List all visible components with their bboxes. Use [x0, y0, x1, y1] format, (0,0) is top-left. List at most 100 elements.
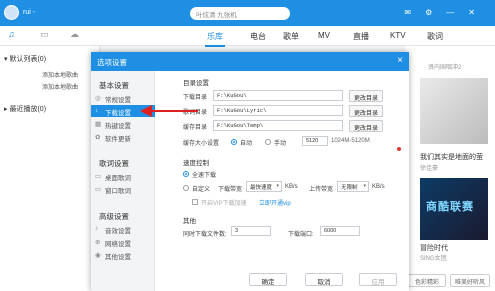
- vip-accel-checkbox[interactable]: [192, 199, 198, 205]
- download-unit: KB/s: [285, 184, 298, 190]
- default-list-header[interactable]: ▾ 默认列表(0): [4, 54, 46, 64]
- cache-size-label: 缓存大小设置: [183, 141, 220, 147]
- nav-item-update[interactable]: ✿ 软件更新: [91, 131, 155, 143]
- nav-item-general[interactable]: ◎ 常规设置: [91, 92, 155, 104]
- upload-bandwidth-label: 上传带宽: [309, 187, 334, 193]
- download-dir-field[interactable]: F:\KuGou\: [213, 90, 343, 101]
- minimize-icon[interactable]: —: [446, 8, 454, 17]
- ok-button[interactable]: 确定: [249, 273, 287, 286]
- nav-item-window-lyrics[interactable]: ▭ 窗口歌词: [91, 183, 155, 195]
- general-icon: ◎: [95, 95, 101, 102]
- nav-item-network[interactable]: ⊕ 网络设置: [91, 236, 155, 248]
- custom-speed-radio[interactable]: [183, 185, 189, 191]
- upload-bandwidth-select[interactable]: 无限制 ▾: [337, 181, 369, 192]
- nav-item-desktop-lyrics[interactable]: ▭ 桌面歌词: [91, 170, 155, 182]
- tab-library[interactable]: 乐库: [205, 31, 225, 47]
- sound-icon: ♪: [95, 225, 99, 232]
- desktop-icon: ▭: [95, 173, 102, 180]
- download-bandwidth-label: 下载带宽: [218, 187, 243, 193]
- full-speed-radio[interactable]: [183, 171, 189, 177]
- cover-text: 商酷联赛: [426, 201, 474, 213]
- nav-group-basic: 基本设置: [99, 81, 129, 90]
- window-icon: ▭: [95, 186, 102, 193]
- add-local-item[interactable]: 添加本地歌曲: [42, 82, 78, 91]
- full-speed-label[interactable]: 全速下载: [192, 170, 216, 179]
- tab-live[interactable]: 直播: [353, 31, 369, 42]
- cache-manual-label[interactable]: 手动: [274, 138, 286, 147]
- tag-button[interactable]: 色彩精彩: [408, 274, 446, 287]
- album-title[interactable]: 冒险时代: [420, 243, 448, 253]
- notice-dot: [397, 147, 401, 151]
- tab-ktv[interactable]: KTV: [390, 31, 406, 40]
- side-icons: ♫ ▭ ☁: [0, 27, 90, 43]
- avatar[interactable]: [4, 5, 19, 20]
- download-dir-label: 下载目录: [183, 95, 208, 101]
- dialog-title: 选项设置: [97, 58, 127, 67]
- tab-radio[interactable]: 电台: [250, 31, 266, 42]
- nav-group-advanced: 高级设置: [99, 212, 129, 221]
- music-icon[interactable]: ♫: [8, 29, 15, 39]
- keyboard-icon: ▦: [95, 121, 102, 128]
- cache-auto-label[interactable]: 自动: [240, 138, 252, 147]
- chevron-down-icon: ▾: [363, 183, 366, 189]
- cache-dir-field[interactable]: F:\KuGou\Temp\: [213, 120, 343, 131]
- add-local-item[interactable]: 添加本地歌曲: [42, 70, 78, 79]
- apply-button[interactable]: 应用: [359, 273, 397, 286]
- tag-button[interactable]: 唯美好听风: [450, 274, 490, 287]
- tab-lyrics[interactable]: 歌词: [427, 31, 443, 42]
- download-port-label: 下载端口:: [288, 232, 314, 238]
- tab-mv[interactable]: MV: [318, 31, 330, 40]
- search-input[interactable]: 叶炫清 九张机: [190, 7, 290, 20]
- device-icon[interactable]: ▭: [40, 29, 49, 40]
- concurrent-files-input[interactable]: 3: [231, 226, 271, 236]
- cancel-button[interactable]: 取消: [305, 273, 343, 286]
- change-lyric-dir-button[interactable]: 更改目录: [349, 105, 383, 117]
- cache-manual-radio[interactable]: [265, 139, 271, 145]
- top-bar: rui - 叶炫清 九张机 ✉ ⚙ — ✕: [0, 0, 495, 26]
- chevron-down-icon: ▾: [276, 183, 279, 189]
- change-cache-dir-button[interactable]: 更改目录: [349, 120, 383, 132]
- annotation-arrow-icon: [140, 105, 198, 117]
- cloud-icon[interactable]: ☁: [70, 29, 79, 40]
- section-title-directory: 目录设置: [183, 80, 209, 87]
- nav-item-hotkey[interactable]: ▦ 热键设置: [91, 118, 155, 130]
- download-port-input[interactable]: 6000: [320, 226, 360, 236]
- skin-icon[interactable]: ✉: [404, 8, 411, 17]
- right-label: 贤内国咽冲2: [428, 65, 462, 71]
- change-download-dir-button[interactable]: 更改目录: [349, 90, 383, 102]
- cache-size-range: 1024M-5120M: [331, 138, 370, 144]
- cache-auto-radio[interactable]: [231, 139, 237, 145]
- close-icon[interactable]: ✕: [468, 8, 475, 17]
- recent-header[interactable]: ▸ 最近播放(0): [4, 104, 46, 114]
- album-artist: 徐佳豪: [420, 166, 439, 172]
- section-title-speed: 速度控制: [183, 160, 209, 167]
- download-icon: ↓: [95, 107, 99, 114]
- upload-unit: KB/s: [372, 184, 385, 190]
- update-icon: ✿: [95, 134, 101, 141]
- nav-group-lyrics: 歌词设置: [99, 159, 129, 168]
- section-title-other: 其他: [183, 218, 196, 225]
- concurrent-files-label: 同时下载文件数:: [183, 232, 227, 238]
- network-icon: ⊕: [95, 239, 101, 246]
- album-artist: SING女团: [420, 256, 447, 262]
- cache-dir-label: 缓存目录: [183, 125, 208, 131]
- close-icon[interactable]: ×: [397, 55, 403, 66]
- album-cover[interactable]: 商酷联赛: [420, 178, 488, 240]
- nav-item-sound[interactable]: ♪ 音效设置: [91, 223, 155, 235]
- vip-open-link[interactable]: 立即开通vip: [259, 198, 291, 207]
- dialog-title-bar[interactable]: 选项设置 ×: [91, 52, 409, 71]
- download-bandwidth-select[interactable]: 最快速度 ▾: [246, 181, 282, 192]
- other-icon: ◉: [95, 252, 101, 259]
- album-title[interactable]: 我们其实是地面的萤: [420, 152, 483, 162]
- nav-item-other[interactable]: ◉ 其他设置: [91, 249, 155, 261]
- album-cover[interactable]: [420, 78, 488, 144]
- top-icons: ✉ ⚙ — ✕: [404, 8, 475, 17]
- lyric-dir-field[interactable]: F:\KuGou\Lyric\: [213, 105, 343, 116]
- vip-accel-label: 开启VIP下载加速: [201, 201, 247, 207]
- options-dialog: 选项设置 × 基本设置 ◎ 常规设置 ↓ 下载设置 ▦ 热键设置 ✿ 软件更新 歌词设置…: [91, 52, 409, 291]
- cache-size-stepper[interactable]: 5120: [302, 136, 328, 146]
- custom-speed-label[interactable]: 自定义: [192, 184, 210, 193]
- tab-playlist[interactable]: 歌单: [283, 31, 299, 42]
- gear-icon[interactable]: ⚙: [425, 8, 432, 17]
- username[interactable]: rui -: [23, 9, 35, 16]
